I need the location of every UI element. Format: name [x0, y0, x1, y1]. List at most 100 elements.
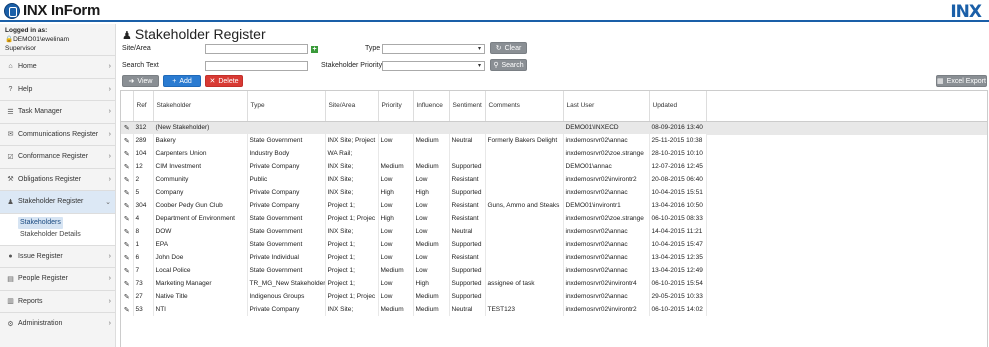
column-header-site-area[interactable]: Site/Area: [325, 91, 379, 122]
sidebar-item-obligations-register[interactable]: ⚒ Obligations Register ›: [0, 167, 115, 191]
table-cell: Low: [378, 251, 414, 264]
table-row[interactable]: ✎ 2 Community Public INX Site; Low Low Resistan…: [121, 173, 707, 186]
table-cell: 27: [133, 290, 154, 303]
table-cell: State Government: [247, 238, 326, 251]
table-cell: inxdemosrvr02\invirontr2: [563, 173, 650, 186]
table-cell: Medium: [413, 134, 450, 147]
priority-select[interactable]: ▾: [382, 61, 485, 71]
pencil-icon[interactable]: ✎: [121, 199, 134, 212]
sidebar-item-administration[interactable]: ⚙ Administration ›: [0, 312, 115, 335]
brand-logo: INX: [950, 2, 982, 22]
search-text-input[interactable]: [205, 61, 308, 71]
table-cell: Project 1;: [325, 199, 379, 212]
column-header-priority[interactable]: Priority: [378, 91, 414, 122]
sidebar-item-conformance-register[interactable]: ☑ Conformance Register ›: [0, 145, 115, 168]
pencil-icon[interactable]: ✎: [121, 225, 134, 238]
table-row[interactable]: ✎ 312 (New Stakeholder) DEMO01\INXECD 08-09-…: [121, 121, 707, 134]
chevron-down-icon: ⌄: [105, 199, 111, 206]
clear-button[interactable]: ↻ Clear: [490, 42, 527, 54]
table-cell: High: [413, 277, 450, 290]
column-header-ref[interactable]: Ref: [133, 91, 154, 122]
sidebar-item-help[interactable]: ? Help ›: [0, 77, 115, 101]
pencil-icon[interactable]: ✎: [121, 147, 134, 160]
table-row[interactable]: ✎ 73 Marketing Manager TR_MG_New Stakeholde…: [121, 277, 707, 290]
sidebar-item-label: Administration: [18, 320, 63, 328]
table-row[interactable]: ✎ 289 Bakery State Government INX Site; Proj…: [121, 134, 707, 147]
sidebar-item-task-manager[interactable]: ☰ Task Manager ›: [0, 100, 115, 123]
table-cell: Supported: [449, 290, 486, 303]
stakeholder-grid: Ref Stakeholder Type Site/Area Priority Influ…: [120, 90, 988, 347]
table-row[interactable]: ✎ 12 CIM Investment Private Company INX Site…: [121, 160, 707, 173]
main-content: ♟ Stakeholder Register Site/Area + Search…: [120, 24, 989, 347]
table-cell: Local Police: [153, 264, 248, 277]
column-header-stakeholder[interactable]: Stakeholder: [153, 91, 248, 122]
column-header-sentiment[interactable]: Sentiment: [449, 91, 486, 122]
table-cell: inxdemosrvr02\zoe.strange: [563, 147, 650, 160]
pencil-icon[interactable]: ✎: [121, 290, 134, 303]
search-button[interactable]: ⚲ Search: [490, 59, 527, 71]
help-icon: ?: [8, 85, 13, 93]
sidebar-item-people-register[interactable]: ▤ People Register ›: [0, 267, 115, 290]
table-row[interactable]: ✎ 8 DOW State Government INX Site; Low Low Neut…: [121, 225, 707, 238]
table-row[interactable]: ✎ 1 EPA State Government Project 1; Low Medium…: [121, 238, 707, 251]
table-cell: [485, 290, 564, 303]
table-cell: Low: [378, 134, 414, 147]
column-header-comments[interactable]: Comments: [485, 91, 564, 122]
pencil-icon[interactable]: ✎: [121, 186, 134, 199]
table-cell: Indigenous Groups: [247, 290, 326, 303]
table-cell: Private Individual: [247, 251, 326, 264]
table-cell: 104: [133, 147, 154, 160]
table-cell: Formerly Bakers Delight: [485, 134, 564, 147]
table-row[interactable]: ✎ 104 Carpenters Union Industry Body WA Rail…: [121, 147, 707, 160]
sidebar-item-issue-register[interactable]: ● Issue Register ›: [0, 244, 115, 268]
table-row[interactable]: ✎ 27 Native Title Indigenous Groups Project …: [121, 290, 707, 303]
pencil-icon[interactable]: ✎: [121, 251, 134, 264]
table-cell: State Government: [247, 134, 326, 147]
site-area-input[interactable]: [205, 44, 308, 54]
pencil-icon[interactable]: ✎: [121, 173, 134, 186]
table-row[interactable]: ✎ 7 Local Police State Government Project 1;…: [121, 264, 707, 277]
column-header-updated[interactable]: Updated: [649, 91, 707, 122]
excel-export-button[interactable]: ▦ Excel Export: [936, 75, 987, 87]
table-cell: inxdemosrvr02\zoe.strange: [563, 212, 650, 225]
sidebar-item-reports[interactable]: ▥ Reports ›: [0, 289, 115, 313]
type-select[interactable]: ▾: [382, 44, 485, 54]
subnav-item-stakeholder-details[interactable]: Stakeholder Details: [18, 229, 115, 241]
table-cell: Neutral: [449, 134, 486, 147]
sidebar-item-communications-register[interactable]: ✉ Communications Register ›: [0, 122, 115, 146]
add-site-area-button[interactable]: +: [311, 46, 318, 53]
pencil-icon[interactable]: ✎: [121, 121, 134, 134]
pencil-icon[interactable]: ✎: [121, 160, 134, 173]
column-header-influence[interactable]: Influence: [413, 91, 450, 122]
table-row[interactable]: ✎ 4 Department of Environment State Governm…: [121, 212, 707, 225]
table-cell: Project 1;: [325, 251, 379, 264]
table-cell: Industry Body: [247, 147, 326, 160]
column-header-last-user[interactable]: Last User: [563, 91, 650, 122]
column-header-type[interactable]: Type: [247, 91, 326, 122]
pencil-icon[interactable]: ✎: [121, 264, 134, 277]
table-row[interactable]: ✎ 53 NTI Private Company INX Site; Medium Medi…: [121, 303, 707, 316]
table-cell: Community: [153, 173, 248, 186]
sidebar-item-home[interactable]: ⌂ Home ›: [0, 55, 115, 78]
pencil-icon[interactable]: ✎: [121, 212, 134, 225]
pencil-icon[interactable]: ✎: [121, 303, 134, 316]
sidebar-item-label: Stakeholder Register: [18, 198, 84, 206]
subnav-item-stakeholders[interactable]: Stakeholders: [18, 216, 63, 229]
table-row[interactable]: ✎ 304 Coober Pedy Gun Club Private Company P…: [121, 199, 707, 212]
pencil-icon[interactable]: ✎: [121, 238, 134, 251]
table-cell: Low: [378, 277, 414, 290]
table-cell: Medium: [413, 290, 450, 303]
sidebar-item-stakeholder-register[interactable]: ♟ Stakeholder Register ⌄: [0, 190, 115, 213]
table-row[interactable]: ✎ 6 John Doe Private Individual Project 1; Lo…: [121, 251, 707, 264]
add-button[interactable]: + Add: [163, 75, 201, 87]
sidebar-item-label: Reports: [18, 297, 43, 305]
pencil-icon[interactable]: ✎: [121, 277, 134, 290]
table-row[interactable]: ✎ 5 Company Private Company INX Site; High Hig…: [121, 186, 707, 199]
pencil-icon[interactable]: ✎: [121, 134, 134, 147]
view-button[interactable]: ➜ View: [122, 75, 159, 87]
table-cell: INX Site;: [325, 173, 379, 186]
table-cell: INX Site; Project: [325, 134, 379, 147]
chevron-right-icon: ›: [108, 130, 111, 138]
delete-button[interactable]: ✕ Delete: [205, 75, 243, 87]
table-cell: 10-04-2015 15:47: [649, 238, 707, 251]
